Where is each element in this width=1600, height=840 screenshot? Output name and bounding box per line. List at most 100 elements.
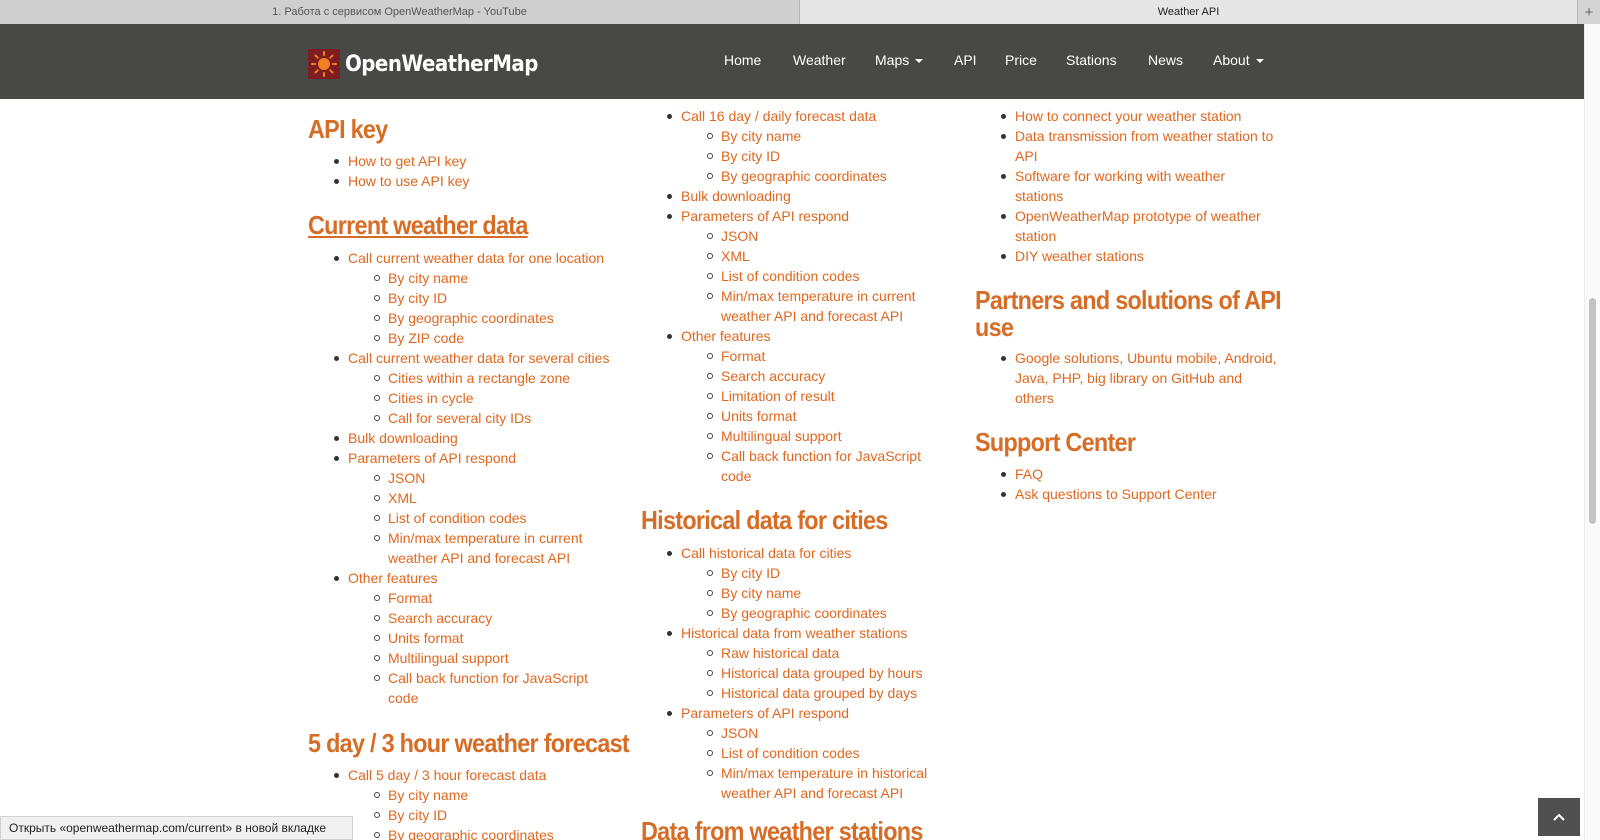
list-item[interactable]: How to connect your weather station (1000, 106, 1241, 126)
list-item[interactable]: OpenWeatherMap prototype of weather (1001, 206, 1261, 226)
nav-stations[interactable]: Stations (1066, 52, 1117, 68)
list-item[interactable]: Min/max temperature in historical (706, 763, 927, 783)
list-item[interactable]: JSON (373, 468, 425, 488)
list-item[interactable]: Other features (334, 568, 438, 588)
list-item[interactable]: List of condition codes (707, 266, 860, 286)
section-title-weather-stations: Data from weather stations (641, 816, 923, 840)
link-use-api-key[interactable]: How to use API key (333, 171, 469, 191)
list-item-continued[interactable]: weather API and forecast API (721, 783, 903, 803)
nav-price[interactable]: Price (1005, 52, 1037, 68)
list-item[interactable]: Parameters of API respond (666, 703, 849, 723)
list-item[interactable]: Software for working with weather (1000, 166, 1225, 186)
list-item[interactable]: Multilingual support (707, 426, 842, 446)
list-item[interactable]: By geographic coordinates (707, 166, 887, 186)
list-item[interactable]: Min/max temperature in current (374, 528, 583, 548)
list-item[interactable]: By city ID (373, 805, 447, 825)
list-item-continued[interactable]: stations (1015, 186, 1063, 206)
status-text: Открыть «openweathermap.com/current» в н… (9, 821, 327, 835)
list-item[interactable]: Historical data grouped by days (706, 683, 917, 703)
nav-about-label: About (1213, 52, 1250, 68)
list-item[interactable]: By geographic coordinates (374, 308, 554, 328)
list-item[interactable]: Call 16 day / daily forecast data (666, 106, 876, 126)
list-item-continued[interactable]: weather API and forecast API (721, 306, 903, 326)
site-logo[interactable]: OpenWeatherMap (308, 49, 559, 79)
list-item[interactable]: Raw historical data (706, 643, 839, 663)
list-item[interactable]: Parameters of API respond (666, 206, 849, 226)
list-item[interactable]: Multilingual support (374, 648, 509, 668)
nav-api[interactable]: API (954, 52, 977, 68)
list-item[interactable]: Units format (373, 628, 463, 648)
list-item[interactable]: XML (707, 246, 750, 266)
list-item[interactable]: Cities within a rectangle zone (373, 368, 570, 388)
nav-news[interactable]: News (1148, 52, 1183, 68)
list-item[interactable]: JSON (706, 226, 758, 246)
nav-home[interactable]: Home (724, 52, 761, 68)
nav-about[interactable]: About (1213, 52, 1264, 68)
list-item[interactable]: Call historical data for cities (666, 543, 851, 563)
nav-maps-label: Maps (875, 52, 910, 68)
list-item[interactable]: Cities in cycle (374, 388, 474, 408)
list-item[interactable]: Call back function for JavaScript (374, 668, 588, 688)
list-item-continued[interactable]: others (1015, 388, 1054, 408)
list-item[interactable]: By city name (373, 785, 468, 805)
browser-tab-youtube[interactable]: 1. Работа с сервисом OpenWeatherMap - Yo… (0, 0, 800, 24)
nav-weather[interactable]: Weather (793, 52, 846, 68)
list-item[interactable]: Search accuracy (706, 366, 825, 386)
list-item-continued[interactable]: weather API and forecast API (388, 548, 570, 568)
list-item[interactable]: Units format (706, 406, 796, 426)
list-item[interactable]: XML (374, 488, 417, 508)
section-title-partners-line2: use (975, 312, 1014, 342)
nav-maps[interactable]: Maps (875, 52, 924, 68)
logo-text: OpenWeatherMap (345, 51, 538, 77)
list-item[interactable]: By geographic coordinates (374, 825, 554, 840)
list-item[interactable]: List of condition codes (374, 508, 527, 528)
scrollbar-thumb[interactable] (1589, 298, 1596, 524)
list-item-continued[interactable]: API (1015, 146, 1038, 166)
list-item[interactable]: DIY weather stations (1001, 246, 1144, 266)
list-item[interactable]: By city name (706, 583, 801, 603)
browser-tab-weather-api[interactable]: Weather API (800, 0, 1578, 24)
list-item[interactable]: Search accuracy (373, 608, 492, 628)
tab-title: 1. Работа с сервисом OpenWeatherMap - Yo… (272, 6, 527, 18)
list-item[interactable]: Call for several city IDs (373, 408, 531, 428)
list-item[interactable]: By ZIP code (373, 328, 464, 348)
section-title-partners: Partners and solutions of API (975, 285, 1282, 315)
list-item[interactable]: By city name (706, 126, 801, 146)
list-item[interactable]: By city ID (706, 146, 780, 166)
list-item[interactable]: Call 5 day / 3 hour forecast data (333, 765, 546, 785)
list-item[interactable]: Format (706, 346, 765, 366)
list-item[interactable]: Parameters of API respond (333, 448, 516, 468)
section-title-5day-forecast: 5 day / 3 hour weather forecast (308, 728, 630, 758)
list-item[interactable]: By city name (373, 268, 468, 288)
list-item[interactable]: Google solutions, Ubuntu mobile, Android… (1001, 348, 1277, 368)
list-item[interactable]: Format (373, 588, 432, 608)
list-item[interactable]: Historical data from weather stations (666, 623, 907, 643)
list-item[interactable]: List of condition codes (707, 743, 860, 763)
list-item[interactable]: By city ID (373, 288, 447, 308)
link-get-api-key[interactable]: How to get API key (333, 151, 466, 171)
list-item[interactable]: Other features (667, 326, 771, 346)
back-to-top-button[interactable] (1538, 798, 1580, 836)
list-item-continued[interactable]: code (388, 688, 418, 708)
list-item[interactable]: Call current weather data for one locati… (333, 248, 604, 268)
list-item[interactable]: By city ID (706, 563, 780, 583)
list-item[interactable]: Min/max temperature in current (707, 286, 916, 306)
plus-icon: + (1584, 3, 1594, 21)
link-support-questions[interactable]: Ask questions to Support Center (1001, 484, 1217, 504)
list-item[interactable]: Bulk downloading (667, 186, 791, 206)
link-faq[interactable]: FAQ (1000, 464, 1043, 484)
list-item[interactable]: Limitation of result (707, 386, 835, 406)
list-item[interactable]: Call back function for JavaScript (707, 446, 921, 466)
browser-tab-bar: 1. Работа с сервисом OpenWeatherMap - Yo… (0, 0, 1600, 24)
list-item[interactable]: JSON (706, 723, 758, 743)
list-item-continued[interactable]: station (1015, 226, 1056, 246)
list-item[interactable]: Historical data grouped by hours (707, 663, 923, 683)
list-item-continued[interactable]: Java, PHP, big library on GitHub and (1015, 368, 1242, 388)
list-item[interactable]: Bulk downloading (334, 428, 458, 448)
list-item-continued[interactable]: code (721, 466, 751, 486)
new-tab-button[interactable]: + (1578, 0, 1600, 24)
list-item[interactable]: Data transmission from weather station t… (1000, 126, 1273, 146)
section-title-current-weather[interactable]: Current weather data (308, 212, 528, 239)
list-item[interactable]: By geographic coordinates (707, 603, 887, 623)
list-item[interactable]: Call current weather data for several ci… (333, 348, 609, 368)
